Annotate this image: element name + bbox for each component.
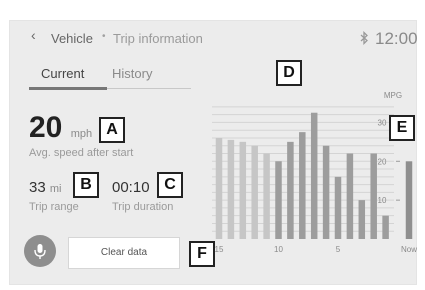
- trip-duration-value: 00:10: [112, 179, 150, 196]
- tab-current[interactable]: Current: [41, 66, 84, 81]
- chart-bar: [239, 141, 247, 239]
- bluetooth-icon: [360, 30, 369, 48]
- microphone-icon: [34, 244, 46, 259]
- avg-speed-unit: mph: [70, 128, 93, 140]
- callout-f: F: [189, 241, 215, 267]
- callout-c: C: [157, 172, 183, 198]
- chart-bar: [251, 145, 258, 239]
- x-tick-label: 5: [336, 245, 341, 254]
- page-title: Trip information: [113, 31, 203, 46]
- avg-speed-value: 20: [29, 111, 63, 144]
- chart-bar: [310, 112, 318, 239]
- chart-bar: [227, 139, 235, 239]
- chart-bar: [275, 161, 282, 239]
- app-frame: ‹ Vehicle • Trip information 12:00 Curre…: [9, 20, 418, 285]
- y-axis-label: MPG: [384, 91, 402, 100]
- tab-history[interactable]: History: [112, 66, 152, 81]
- x-tick-label: 15: [215, 245, 224, 254]
- chevron-left-icon[interactable]: ‹: [31, 27, 36, 43]
- chart-bar: [334, 176, 342, 239]
- callout-b: B: [73, 172, 99, 198]
- x-tick-label: Now: [401, 245, 417, 254]
- trip-duration-caption: Trip duration: [112, 201, 174, 213]
- clear-data-button[interactable]: Clear data: [68, 237, 180, 269]
- chart-bar: [322, 145, 330, 239]
- y-tick-label: 10: [378, 196, 387, 205]
- callout-e: E: [389, 115, 415, 141]
- chart-bar: [346, 153, 354, 239]
- clock: 12:00: [375, 29, 418, 48]
- trip-range-readout: 33 mi: [29, 179, 61, 196]
- chart-bar: [287, 141, 294, 239]
- microphone-button[interactable]: [24, 235, 56, 267]
- callout-a: A: [99, 117, 125, 143]
- breadcrumb-separator: •: [102, 31, 106, 42]
- chart-bar: [358, 200, 366, 239]
- tab-selected-indicator: [29, 87, 107, 90]
- breadcrumb-parent[interactable]: Vehicle: [51, 31, 93, 46]
- y-tick-label: 30: [378, 118, 387, 127]
- x-tick-label: 10: [274, 245, 283, 254]
- y-tick-label: 20: [378, 157, 387, 166]
- avg-speed-readout: 20 mph: [29, 111, 92, 145]
- chart-bar: [299, 132, 306, 239]
- chart-bar: [370, 153, 377, 239]
- chart-bar: [263, 153, 270, 239]
- callout-d: D: [276, 60, 302, 86]
- trip-range-value: 33: [29, 179, 46, 196]
- chart-bar: [215, 137, 223, 239]
- chart-bar: [382, 215, 389, 239]
- trip-range-caption: Trip range: [29, 201, 79, 213]
- chart-bar: [405, 161, 413, 239]
- avg-speed-caption: Avg. speed after start: [29, 147, 134, 159]
- trip-range-unit: mi: [49, 183, 62, 195]
